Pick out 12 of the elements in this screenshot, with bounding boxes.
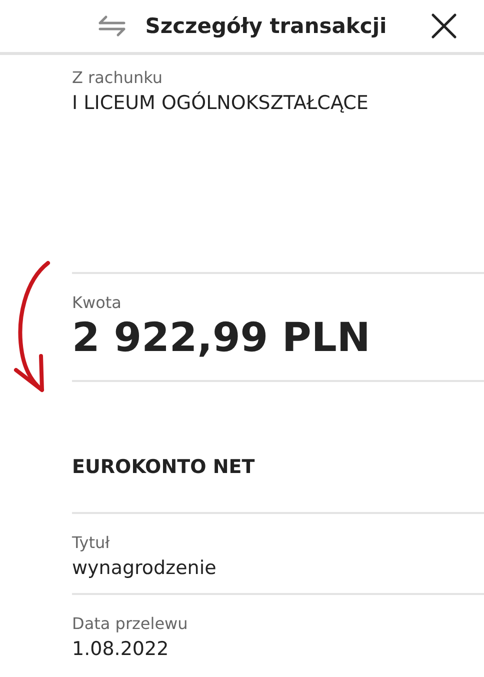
screen-title: Szczegóły transakcji — [145, 14, 387, 38]
swap-icon — [97, 15, 128, 37]
field-label: Data przelewu — [72, 613, 189, 635]
amount-value: 2 922,99 PLN — [72, 314, 372, 362]
amount-label: Kwota — [72, 292, 122, 314]
field-value: I LICEUM OGÓLNOKSZTAŁCĄCE — [72, 90, 370, 116]
field-label: Tytuł — [72, 532, 111, 554]
field-value: wynagrodzenie — [72, 556, 218, 581]
close-button[interactable] — [430, 12, 458, 40]
field-label: Z rachunku — [72, 67, 164, 89]
field-value: 1.08.2022 — [72, 637, 170, 662]
account-name: EUROKONTO NET — [72, 455, 256, 480]
